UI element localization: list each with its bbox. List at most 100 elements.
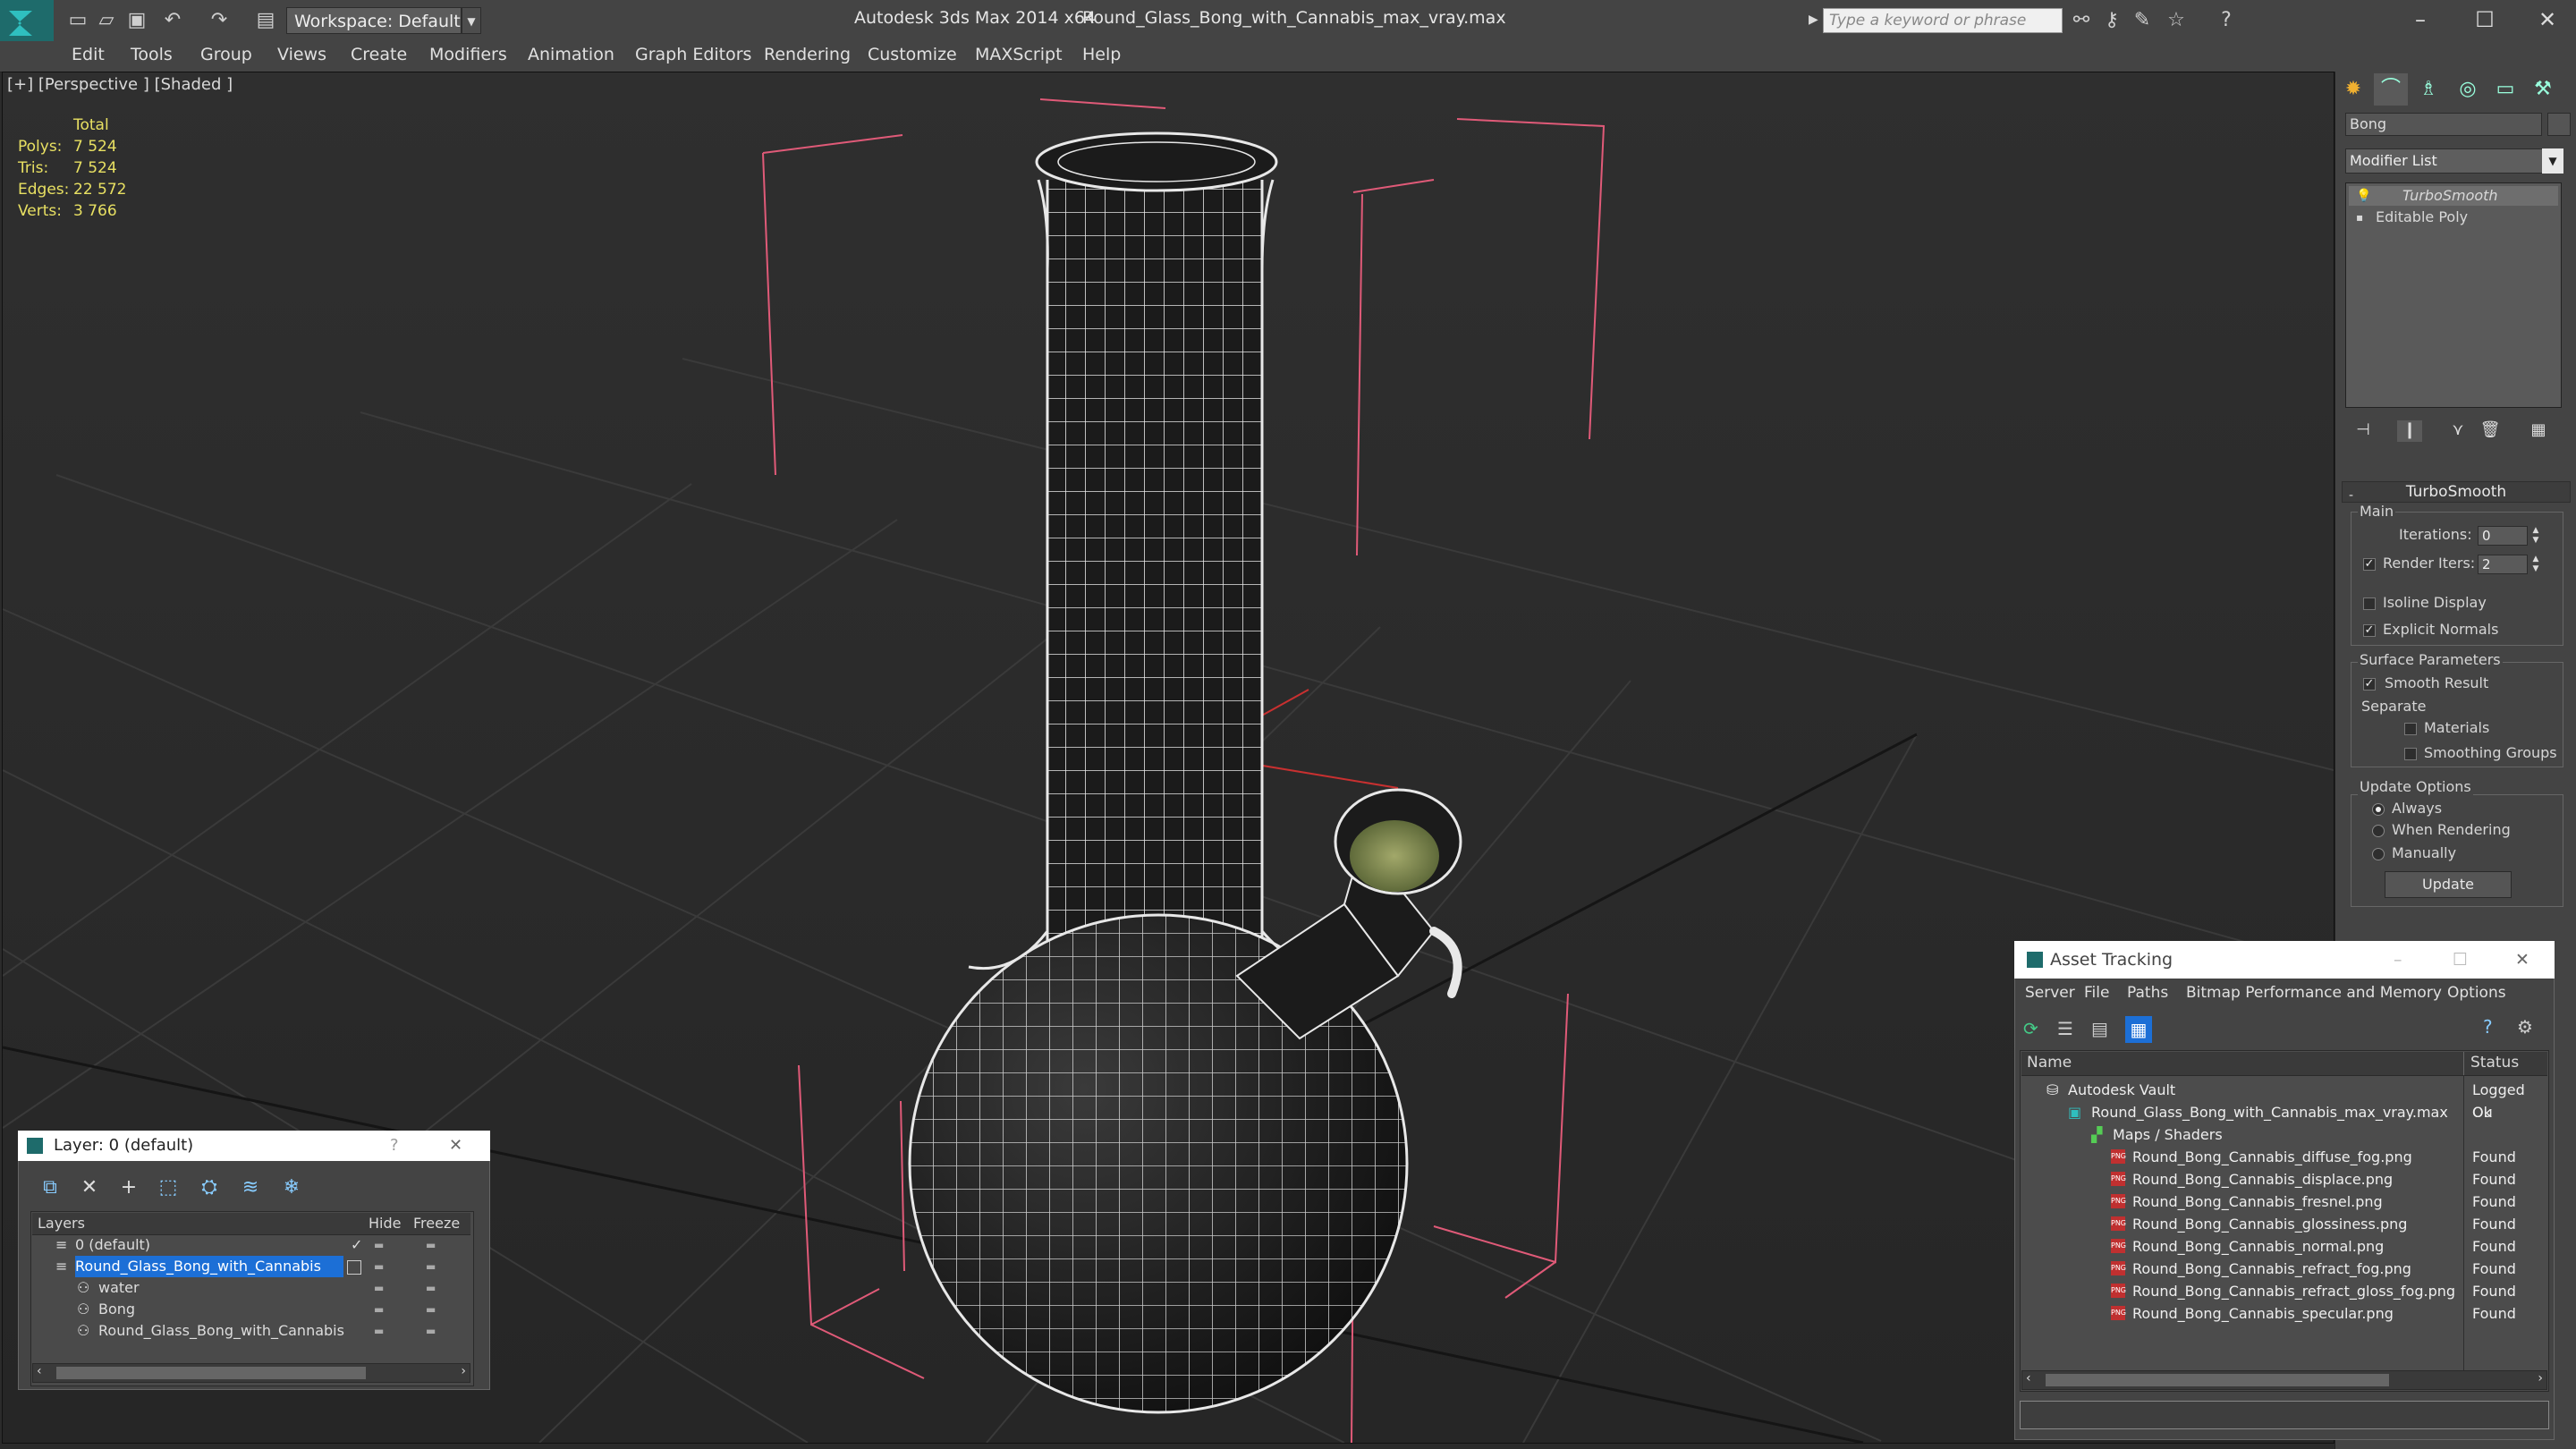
asset-row-texture[interactable]: PNG Round_Bong_Cannabis_displace.png Fou… bbox=[2021, 1168, 2547, 1191]
new-file-icon[interactable]: ▭ bbox=[66, 9, 89, 32]
table-view-icon[interactable]: ▦ bbox=[2125, 1016, 2152, 1043]
minimize-icon[interactable]: – bbox=[2394, 941, 2402, 979]
viewport-label[interactable]: [+] [Perspective ] [Shaded ] bbox=[7, 75, 233, 94]
render-iters-spinner[interactable]: 2 bbox=[2478, 555, 2528, 574]
menu-views[interactable]: Views bbox=[277, 45, 326, 64]
layer-dialog-titlebar[interactable]: Layer: 0 (default) ? ✕ bbox=[18, 1131, 490, 1161]
col-status[interactable]: Status bbox=[2470, 1054, 2519, 1072]
vault-help-icon[interactable]: ? bbox=[2483, 1016, 2493, 1038]
open-file-icon[interactable]: ▱ bbox=[95, 9, 118, 32]
when-rendering-radio[interactable] bbox=[2372, 825, 2385, 837]
turbosmooth-rollout-header[interactable]: TurboSmooth bbox=[2342, 481, 2571, 503]
utilities-tab-icon[interactable]: ⚒ bbox=[2526, 73, 2560, 106]
help-icon[interactable]: ? bbox=[2215, 9, 2238, 32]
asset-horizontal-scrollbar[interactable]: ‹ › bbox=[2021, 1370, 2547, 1390]
layer-row-round-glass-bong[interactable]: ≡ Round_Glass_Bong_with_Cannabis ▬ ▬ bbox=[32, 1256, 470, 1277]
display-tab-icon[interactable]: ▭ bbox=[2488, 73, 2522, 106]
set-active-layer-icon[interactable] bbox=[347, 1260, 361, 1275]
asset-row-texture[interactable]: PNG Round_Bong_Cannabis_specular.png Fou… bbox=[2021, 1302, 2547, 1325]
update-button[interactable]: Update bbox=[2385, 871, 2512, 898]
list-view-icon[interactable]: ☰ bbox=[2057, 1018, 2073, 1039]
maximize-button[interactable]: ☐ bbox=[2463, 4, 2506, 36]
asset-path-field[interactable] bbox=[2020, 1401, 2549, 1429]
freeze-all-layers-icon[interactable]: ❄ bbox=[279, 1175, 304, 1200]
menu-edit[interactable]: Edit bbox=[72, 45, 105, 64]
menu-customize[interactable]: Customize bbox=[868, 45, 957, 64]
stack-item-turbosmooth[interactable]: 💡 TurboSmooth bbox=[2349, 186, 2558, 206]
minimize-button[interactable]: – bbox=[2399, 4, 2442, 36]
menu-create[interactable]: Create bbox=[351, 45, 407, 64]
menu-maxscript[interactable]: MAXScript bbox=[975, 45, 1063, 64]
highlight-layer-icon[interactable]: ⛭ bbox=[197, 1175, 222, 1200]
hierarchy-tab-icon[interactable]: ♗ bbox=[2411, 73, 2445, 106]
close-button[interactable]: ✕ bbox=[2526, 4, 2569, 36]
communication-icon[interactable]: ✎ bbox=[2131, 9, 2154, 32]
asset-row-vault[interactable]: ⛁ Autodesk Vault Logged Ou bbox=[2021, 1079, 2547, 1121]
menu-rendering[interactable]: Rendering bbox=[764, 45, 851, 64]
asset-menu-file[interactable]: File bbox=[2084, 984, 2109, 1002]
modifier-list-dropdown[interactable]: Modifier List bbox=[2345, 148, 2562, 174]
chevron-down-icon[interactable]: ▼ bbox=[462, 7, 481, 34]
asset-row-texture[interactable]: PNG Round_Bong_Cannabis_normal.png Found bbox=[2021, 1235, 2547, 1258]
object-color-swatch[interactable] bbox=[2547, 113, 2571, 136]
close-icon[interactable]: ✕ bbox=[449, 1131, 462, 1161]
chevron-down-icon[interactable]: ▼ bbox=[2542, 148, 2563, 174]
asset-row-texture[interactable]: PNG Round_Bong_Cannabis_fresnel.png Foun… bbox=[2021, 1191, 2547, 1213]
menu-help[interactable]: Help bbox=[1082, 45, 1121, 64]
motion-tab-icon[interactable]: ◎ bbox=[2451, 73, 2485, 106]
spinner-arrows-icon[interactable]: ▲ ▼ bbox=[2529, 526, 2542, 546]
collapse-minus-icon[interactable]: - bbox=[2349, 488, 2353, 503]
col-name[interactable]: Name bbox=[2027, 1054, 2072, 1072]
asset-row-texture[interactable]: PNG Round_Bong_Cannabis_glossiness.png F… bbox=[2021, 1213, 2547, 1235]
menu-modifiers[interactable]: Modifiers bbox=[429, 45, 507, 64]
add-to-layer-icon[interactable]: + bbox=[116, 1175, 141, 1200]
stack-item-editable-poly[interactable]: ▪ Editable Poly bbox=[2349, 208, 2558, 227]
col-hide[interactable]: Hide bbox=[369, 1215, 401, 1232]
remove-modifier-icon[interactable]: 🗑 bbox=[2478, 420, 2503, 442]
help-icon[interactable]: ? bbox=[390, 1131, 399, 1161]
materials-checkbox[interactable] bbox=[2404, 723, 2417, 735]
asset-menu-paths[interactable]: Paths bbox=[2127, 984, 2168, 1002]
asset-tracking-titlebar[interactable]: Asset Tracking – ☐ ✕ bbox=[2014, 941, 2555, 979]
redo-icon[interactable]: ↷ bbox=[208, 9, 231, 32]
asset-row-texture[interactable]: PNG Round_Bong_Cannabis_refract_gloss_fo… bbox=[2021, 1280, 2547, 1302]
always-radio[interactable] bbox=[2372, 803, 2385, 816]
asset-row-scene-file[interactable]: ▣ Round_Glass_Bong_with_Cannabis_max_vra… bbox=[2021, 1101, 2547, 1123]
workspace-dropdown[interactable]: Workspace: Default bbox=[286, 7, 462, 34]
create-tab-icon[interactable]: ✹ bbox=[2336, 73, 2370, 106]
configure-sets-icon[interactable]: ▦ bbox=[2526, 420, 2551, 442]
delete-layer-icon[interactable]: ✕ bbox=[77, 1175, 102, 1200]
spinner-arrows-icon[interactable]: ▲ ▼ bbox=[2529, 555, 2542, 574]
col-layers[interactable]: Layers bbox=[38, 1215, 85, 1232]
hide-all-layers-icon[interactable]: ≋ bbox=[238, 1175, 263, 1200]
layer-row-default[interactable]: ≡ 0 (default) ✓ ▬ ▬ bbox=[32, 1234, 470, 1256]
vault-settings-icon[interactable]: ⚙ bbox=[2517, 1016, 2533, 1038]
lightbulb-icon[interactable]: 💡 bbox=[2356, 186, 2371, 206]
manually-radio[interactable] bbox=[2372, 848, 2385, 860]
smooth-result-checkbox[interactable]: ✓ bbox=[2363, 678, 2376, 691]
create-layer-icon[interactable]: ⧉ bbox=[38, 1175, 63, 1200]
menu-tools[interactable]: Tools bbox=[131, 45, 173, 64]
menu-graph-editors[interactable]: Graph Editors bbox=[635, 45, 751, 64]
asset-menu-options[interactable]: Options bbox=[2447, 984, 2506, 1002]
render-iters-checkbox[interactable]: ✓ bbox=[2363, 558, 2376, 571]
isoline-display-checkbox[interactable] bbox=[2363, 597, 2376, 610]
favorites-star-icon[interactable]: ☆ bbox=[2165, 9, 2188, 32]
layer-object-row[interactable]: ⚇ Bong ▬ ▬ bbox=[32, 1299, 470, 1320]
search-expand-icon[interactable]: ▶ bbox=[1809, 13, 1818, 27]
iterations-spinner[interactable]: 0 bbox=[2478, 526, 2528, 546]
col-freeze[interactable]: Freeze bbox=[413, 1215, 460, 1232]
menu-animation[interactable]: Animation bbox=[528, 45, 614, 64]
explicit-normals-checkbox[interactable]: ✓ bbox=[2363, 624, 2376, 637]
layer-object-row[interactable]: ⚇ Round_Glass_Bong_with_Cannabis ▬ ▬ bbox=[32, 1320, 470, 1342]
asset-menu-server[interactable]: Server bbox=[2025, 984, 2075, 1002]
close-icon[interactable]: ✕ bbox=[2515, 941, 2529, 979]
refresh-icon[interactable]: ⟳ bbox=[2023, 1018, 2038, 1039]
menu-group[interactable]: Group bbox=[200, 45, 252, 64]
binoculars-icon[interactable]: ⚯ bbox=[2070, 9, 2093, 32]
undo-icon[interactable]: ↶ bbox=[161, 9, 184, 32]
asset-menu-bitmap-performance[interactable]: Bitmap Performance and Memory bbox=[2186, 984, 2442, 1002]
asset-row-maps-shaders[interactable]: ▞ Maps / Shaders bbox=[2021, 1123, 2547, 1146]
save-file-icon[interactable]: ▣ bbox=[125, 9, 148, 32]
select-objects-icon[interactable]: ⬚ bbox=[156, 1175, 181, 1200]
